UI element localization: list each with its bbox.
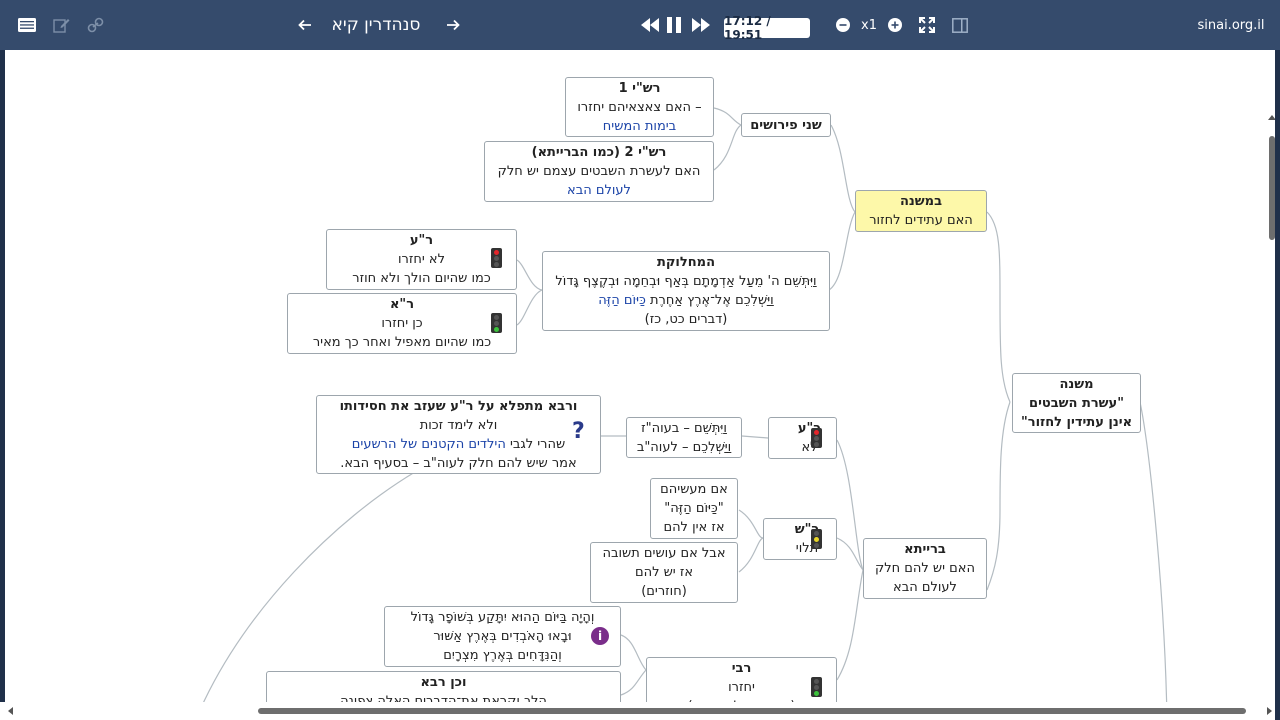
node-title: שני פירושים	[750, 118, 822, 133]
node-line: אז יש להם	[634, 565, 694, 580]
verse-text: וַיַּשְׁלִכֵם אֶל־אֶרֶץ אַחֶרֶת	[650, 293, 774, 308]
red-traffic-light-icon	[491, 248, 502, 268]
node-rava[interactable]: ורבא מתפלא על ר"ע שעזב את חסידותו ולא לי…	[316, 395, 601, 474]
node-title: רבי	[731, 661, 752, 676]
red-traffic-light-icon	[811, 428, 822, 448]
node-title: ר"א	[389, 297, 415, 312]
verse-highlight: כַּיּוֹם הַזֶּה	[598, 293, 650, 308]
node-rabbi-shimon[interactable]: ר"ש תלוי	[763, 518, 837, 560]
node-line: כן יחזרו	[381, 316, 423, 331]
node-line: וַיִּתְּשֵׁם – בעוה"ז	[641, 421, 727, 436]
node-line: וַיַּשְׁלִכֵם – לעוה"ב	[636, 440, 732, 455]
node-mishna[interactable]: משנה "עשרת השבטים אינן עתידין לחזור"	[1012, 373, 1141, 433]
node-line: לעולם הבא	[567, 183, 631, 198]
node-line: אינן עתידין לחזור"	[1020, 415, 1133, 430]
node-title: ברייתא	[904, 542, 946, 557]
sidebar-toggle-icon[interactable]	[949, 0, 971, 50]
vertical-scrollbar[interactable]	[1267, 112, 1275, 720]
node-title: וכן רבא	[420, 675, 467, 690]
node-rashi-1[interactable]: רש"י 1 – האם צאצאיהם יחזרו בימות המשיח	[565, 77, 714, 137]
node-title: ר"ע	[797, 421, 822, 436]
node-bamishna[interactable]: במשנה האם עתידים לחזור	[855, 190, 987, 232]
prev-arrow-icon[interactable]	[294, 0, 316, 50]
node-line: כמו שהיום מאפיל ואחר כך מאיר	[312, 335, 492, 350]
node-title: משנה	[1059, 377, 1094, 392]
node-line: שהרי לגבי הילדים הקטנים של הרשעים	[321, 435, 596, 454]
node-line: (חוזרים)	[641, 584, 687, 599]
node-line: בימות המשיח	[602, 119, 677, 134]
node-line: אבל אם עושים תשובה	[602, 546, 726, 561]
node-line: האם לעשרת השבטים עצמם יש חלק	[497, 164, 701, 179]
node-line: יחזרו	[728, 680, 755, 695]
rewind-icon[interactable]	[640, 0, 660, 50]
node-vayitshem[interactable]: וַיִּתְּשֵׁם – בעוה"ז וַיַּשְׁלִכֵם – לע…	[626, 417, 742, 458]
node-title: ר"ע	[409, 233, 434, 248]
node-if-deeds[interactable]: אם מעשיהם "כַּיּוֹם הַזֶּה" אז אין להם	[650, 478, 738, 539]
node-line: כמו שהיום הולך ולא חוזר	[352, 271, 491, 286]
node-title: המחלוקת	[656, 255, 716, 270]
node-title: ורבא מתפלא על ר"ע שעזב את חסידותו	[339, 399, 578, 414]
node-line: וַיַּשְׁלִכֵם אֶל־אֶרֶץ אַחֶרֶת כַּיּוֹם…	[547, 291, 825, 310]
node-vehaya-verse[interactable]: וְהָיָה בַּיּוֹם הַהוּא יִתָּקַע בְּשׁוֹ…	[384, 606, 621, 667]
node-line: וַיִּתְּשֵׁם ה' מֵעַל אַדְמָתָם בְּאַף ו…	[555, 274, 817, 289]
node-line: "כַּיּוֹם הַזֶּה"	[664, 501, 724, 516]
speed-increase-icon[interactable]	[886, 0, 904, 50]
question-mark-icon: ?	[572, 419, 585, 444]
text: שהרי לגבי	[505, 437, 566, 452]
fullscreen-icon[interactable]	[916, 0, 938, 50]
next-arrow-icon[interactable]	[442, 0, 464, 50]
node-line: (דברים כט, כז)	[644, 312, 728, 327]
node-line: אמר שיש להם חלק לעוה"ב – בסעיף הבא.	[340, 456, 577, 471]
yellow-traffic-light-icon	[811, 529, 822, 549]
node-line: וְהַנִּדָּחִים בְּאֶרֶץ מִצְרָיִם	[443, 648, 562, 663]
highlight-text: הילדים הקטנים של הרשעים	[351, 437, 506, 452]
node-rashi-2[interactable]: רש"י 2 (כמו הברייתא) האם לעשרת השבטים עצ…	[484, 141, 714, 202]
node-line: לא	[801, 440, 818, 455]
node-line: "עשרת השבטים	[1029, 396, 1124, 411]
edit-icon[interactable]	[49, 0, 73, 50]
node-line: – האם צאצאיהם יחזרו	[577, 100, 702, 115]
node-rabbi-akiva[interactable]: ר"ע לא יחזרו כמו שהיום הולך ולא חוזר	[326, 229, 517, 290]
info-icon[interactable]: i	[591, 627, 609, 645]
speed-label: x1	[861, 17, 877, 33]
node-line: לעולם הבא	[893, 580, 957, 595]
node-line: אז אין להם	[663, 520, 725, 535]
link-icon[interactable]	[83, 0, 107, 50]
node-title: רש"י 2 (כמו הברייתא)	[531, 145, 667, 160]
node-line: ולא לימד זכות	[419, 418, 498, 433]
node-two-explanations[interactable]: שני פירושים	[741, 113, 831, 137]
playback-time: 17:12 / 19:51	[724, 14, 810, 42]
node-line: תלוי	[795, 541, 819, 556]
node-rabbi-akiva-braita[interactable]: ר"ע לא	[768, 417, 837, 459]
node-braita[interactable]: ברייתא האם יש להם חלק לעולם הבא	[863, 538, 987, 599]
speed-decrease-icon[interactable]	[834, 0, 852, 50]
top-toolbar: סנהדרין קיא 17:12 / 19:51 x1 sinai.org.i…	[0, 0, 1280, 50]
node-line: האם יש להם חלק	[875, 561, 975, 576]
green-traffic-light-icon	[811, 677, 822, 697]
green-traffic-light-icon	[491, 313, 502, 333]
node-machloket[interactable]: המחלוקת וַיִּתְּשֵׁם ה' מֵעַל אַדְמָתָם …	[542, 251, 830, 331]
node-line: וּבָאוּ הָאֹבְדִים בְּאֶרֶץ אַשּׁוּר	[433, 629, 572, 644]
node-rabbi-eliezer[interactable]: ר"א כן יחזרו כמו שהיום מאפיל ואחר כך מאי…	[287, 293, 517, 354]
node-line: האם עתידים לחזור	[869, 213, 973, 228]
node-line: וְהָיָה בַּיּוֹם הַהוּא יִתָּקַע בְּשׁוֹ…	[410, 610, 595, 625]
horizontal-scrollbar[interactable]	[0, 702, 1275, 720]
mindmap-canvas: משנה "עשרת השבטים אינן עתידין לחזור" במש…	[5, 50, 1275, 720]
node-title: ר"ש	[794, 522, 820, 537]
pause-icon[interactable]	[664, 0, 684, 50]
node-title: במשנה	[899, 194, 942, 209]
page-title: סנהדרין קיא	[331, 15, 421, 35]
fast-forward-icon[interactable]	[691, 0, 711, 50]
menu-list-icon[interactable]	[14, 0, 40, 50]
node-line: לא יחזרו	[398, 252, 445, 267]
site-link[interactable]: sinai.org.il	[1196, 0, 1266, 50]
node-but-repent[interactable]: אבל אם עושים תשובה אז יש להם (חוזרים)	[590, 542, 738, 603]
node-line: אם מעשיהם	[660, 482, 728, 497]
node-title: רש"י 1	[618, 81, 661, 96]
